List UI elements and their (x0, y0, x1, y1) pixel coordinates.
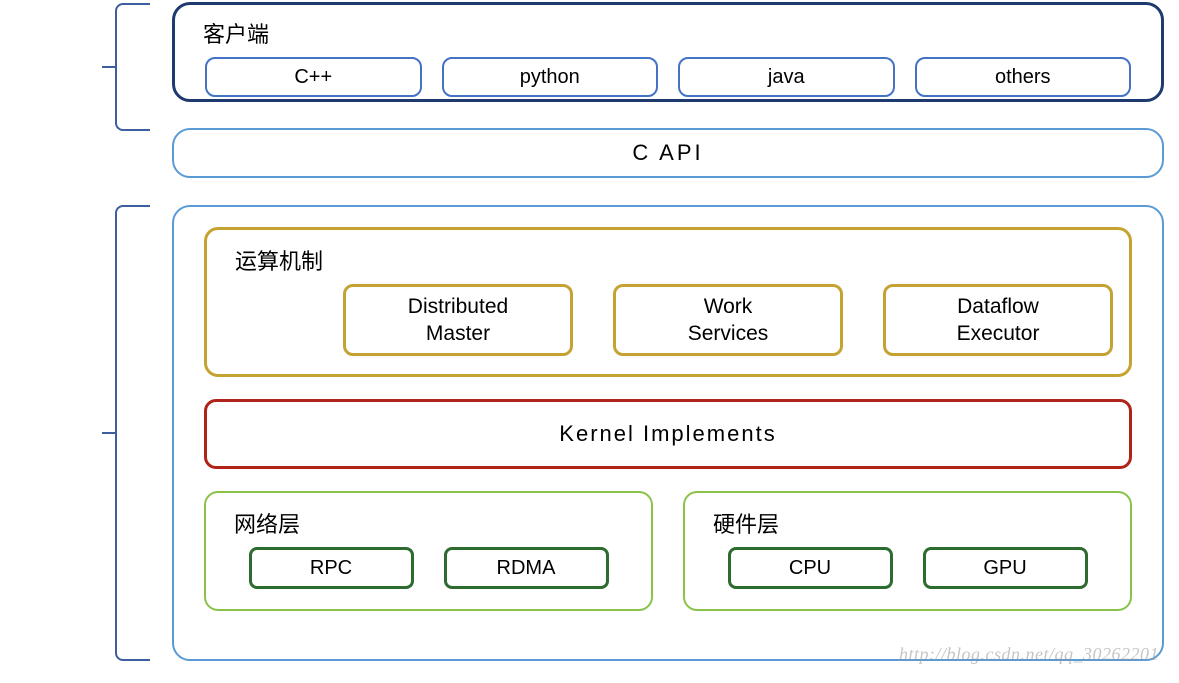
rpc-box: RPC (249, 547, 414, 589)
api-layer: C API (172, 128, 1164, 178)
lang-cpp: C++ (205, 57, 422, 97)
compute-container: 运算机制 DistributedMaster WorkServices Data… (204, 227, 1132, 377)
network-title: 网络层 (234, 507, 631, 539)
lang-python: python (442, 57, 659, 97)
client-layer: 客户端 C++ python java others (172, 2, 1164, 102)
rdma-box: RDMA (444, 547, 609, 589)
cpu-box: CPU (728, 547, 893, 589)
distributed-master: DistributedMaster (343, 284, 573, 356)
gpu-box: GPU (923, 547, 1088, 589)
network-layer: 网络层 RPC RDMA (204, 491, 653, 611)
work-services: WorkServices (613, 284, 843, 356)
core-layer: 运算机制 DistributedMaster WorkServices Data… (172, 205, 1164, 661)
kernel-implements: Kernel Implements (204, 399, 1132, 469)
hardware-title: 硬件层 (713, 507, 1110, 539)
api-label: C API (632, 140, 703, 166)
lang-java: java (678, 57, 895, 97)
hardware-layer: 硬件层 CPU GPU (683, 491, 1132, 611)
dataflow-executor: DataflowExecutor (883, 284, 1113, 356)
client-title: 客户端 (203, 17, 1141, 49)
watermark: http://blog.csdn.net/qq_30262201 (899, 644, 1159, 665)
compute-title: 运算机制 (235, 244, 1109, 276)
bracket-core (115, 205, 150, 661)
bracket-client (115, 3, 150, 131)
lang-others: others (915, 57, 1132, 97)
